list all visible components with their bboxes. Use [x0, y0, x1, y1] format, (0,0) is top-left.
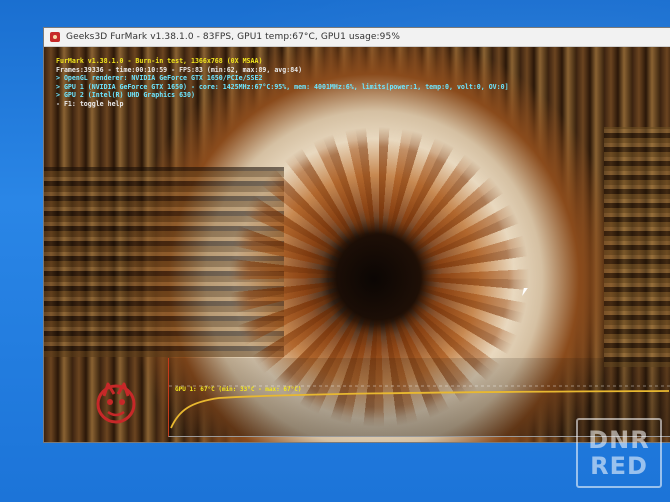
title-bar[interactable]: Geeks3D FurMark v1.38.1.0 - 83FPS, GPU1 … [44, 28, 670, 47]
watermark-line1: DNR [588, 426, 650, 454]
hud-opengl-renderer: > OpenGL renderer: NVIDIA GeForce GTX 16… [56, 74, 263, 83]
hud-overlay: FurMark v1.38.1.0 - Burn-in test, 1366x7… [56, 57, 556, 109]
hud-gpu1-stats: > GPU 1 (NVIDIA GeForce GTX 1650) - core… [56, 82, 509, 91]
tunnel-texture-right [604, 127, 670, 367]
window-title: Geeks3D FurMark v1.38.1.0 - 83FPS, GPU1 … [66, 32, 400, 42]
furmark-icon [50, 32, 60, 42]
dnr-red-watermark: DNR RED [576, 418, 662, 488]
hud-frame-stats: Frames:39336 - time:00:10:59 - FPS:83 (m… [56, 65, 303, 74]
hud-gpu2-info: > GPU 2 (Intel(R) UHD Graphics 630) [56, 91, 195, 100]
furmark-logo-icon [96, 382, 136, 424]
furmark-window[interactable]: Geeks3D FurMark v1.38.1.0 - 83FPS, GPU1 … [44, 28, 670, 442]
hud-help-hint: - F1: toggle help [56, 99, 124, 108]
gpu1-temp-label: GPU 1: 67°C (min: 33°C - max: 67°C) [175, 386, 302, 393]
watermark-line2: RED [590, 452, 648, 480]
hud-benchmark-title: FurMark v1.38.1.0 - Burn-in test, 1366x7… [56, 57, 263, 65]
